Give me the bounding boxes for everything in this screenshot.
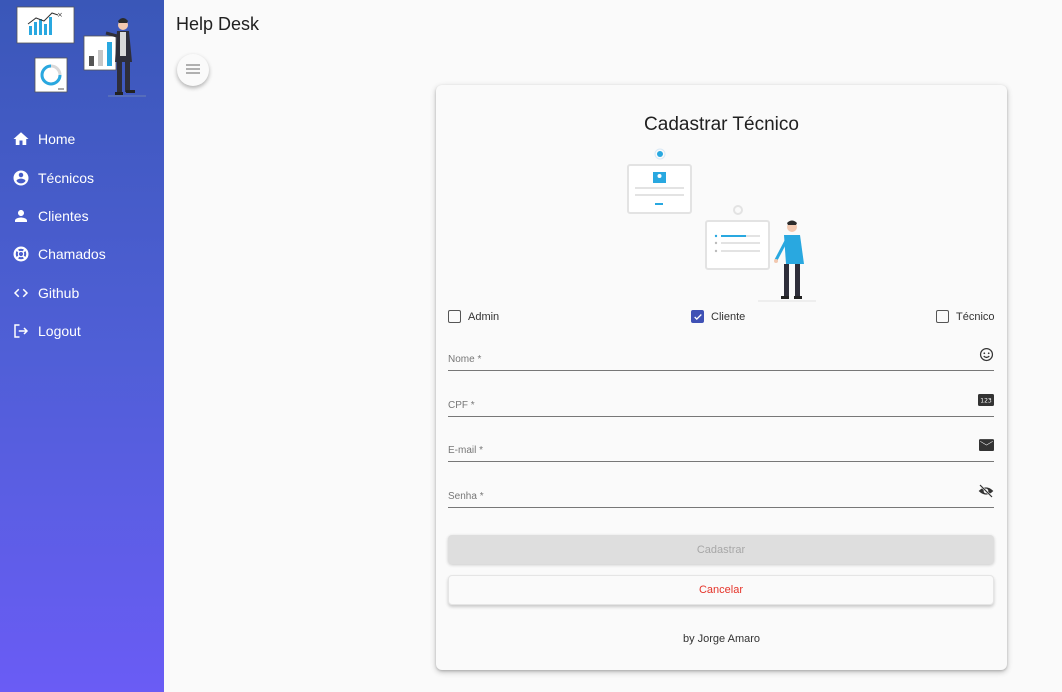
checkbox-box — [691, 310, 704, 323]
sidebar-item-chamados[interactable]: Chamados — [0, 235, 164, 273]
checkbox-box — [936, 310, 949, 323]
checkbox-label: Cliente — [711, 310, 746, 323]
sidebar-item-label: Logout — [38, 323, 81, 340]
sidebar-nav: Home Técnicos Clientes Chamados Github L… — [0, 120, 164, 350]
smiley-icon — [978, 346, 994, 362]
email-field[interactable]: E-mail * — [448, 432, 994, 462]
sidebar-item-tecnicos[interactable]: Técnicos — [0, 158, 164, 196]
checkbox-tecnico[interactable]: Técnico — [936, 310, 995, 323]
sidebar-logo-illustration: × — [0, 0, 164, 110]
sidebar-item-github[interactable]: Github — [0, 274, 164, 312]
code-icon — [11, 283, 31, 303]
form-illustration — [624, 147, 820, 307]
checkbox-cliente[interactable]: Cliente — [691, 310, 745, 323]
sidebar-item-label: Github — [38, 284, 80, 301]
visibility-off-icon[interactable] — [978, 483, 994, 499]
account-circle-icon — [11, 168, 31, 188]
senha-field[interactable]: Senha * — [448, 478, 994, 508]
field-label: E-mail * — [448, 445, 484, 456]
checkmark-icon — [693, 313, 702, 320]
home-icon — [11, 129, 31, 149]
app-title: Help Desk — [176, 14, 260, 34]
sidebar: × Home Técnicos Clientes Chamados Github… — [0, 0, 164, 692]
cancelar-button[interactable]: Cancelar — [448, 575, 994, 605]
svg-text:123: 123 — [980, 398, 992, 405]
sidebar-item-label: Clientes — [38, 207, 89, 224]
sidebar-item-label: Home — [38, 131, 76, 148]
logout-icon — [11, 321, 31, 341]
cpf-field[interactable]: CPF * 123 — [448, 387, 994, 417]
checkbox-label: Técnico — [956, 310, 995, 323]
checkbox-box — [448, 310, 461, 323]
profile-checkboxes: Admin Cliente Técnico — [448, 309, 995, 325]
field-label: Senha * — [448, 491, 484, 502]
nome-field[interactable]: Nome * — [448, 341, 994, 371]
footer-credit: by Jorge Amaro — [682, 633, 761, 645]
register-card: Cadastrar Técnico Admin Cliente Técnico … — [436, 85, 1007, 670]
checkbox-admin[interactable]: Admin — [448, 310, 499, 323]
person-icon — [11, 206, 31, 226]
page-title: Cadastrar Técnico — [644, 114, 799, 135]
checkbox-label: Admin — [468, 310, 500, 323]
pin-123-icon: 123 — [978, 392, 994, 408]
field-label: CPF * — [448, 400, 475, 411]
sidebar-item-home[interactable]: Home — [0, 120, 164, 158]
svg-text:×: × — [57, 11, 63, 19]
sidebar-item-label: Chamados — [38, 246, 106, 263]
lifebuoy-icon — [11, 244, 31, 264]
menu-toggle-button[interactable] — [177, 54, 209, 86]
sidebar-item-label: Técnicos — [38, 169, 95, 186]
field-label: Nome * — [448, 354, 482, 365]
cadastrar-button[interactable]: Cadastrar — [448, 535, 994, 564]
mail-icon — [978, 437, 994, 453]
hamburger-icon — [186, 61, 200, 79]
sidebar-item-clientes[interactable]: Clientes — [0, 197, 164, 235]
sidebar-item-logout[interactable]: Logout — [0, 312, 164, 350]
